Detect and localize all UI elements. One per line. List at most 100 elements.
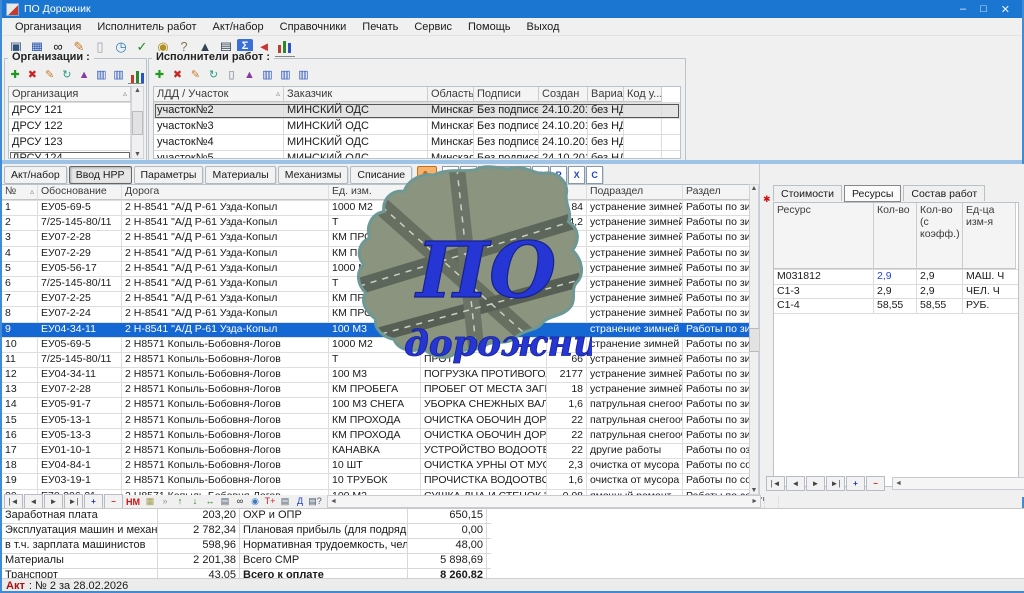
toolbar-icon[interactable]	[275, 37, 295, 57]
nav-toolbar-icon[interactable]: ▤	[278, 496, 292, 508]
works-grid-scrollbar[interactable]: ▲ ▼	[749, 184, 759, 495]
report-doc-icon[interactable]: Н	[460, 166, 477, 184]
nav-toolbar-icon[interactable]: ▤?	[308, 496, 322, 508]
executors-toolbar-icon[interactable]: ▥	[259, 67, 276, 83]
col-header-uchastok[interactable]: ЛДД / Участок ▵	[154, 87, 284, 102]
report-doc-icon[interactable]: Р	[550, 166, 567, 184]
organizations-scrollbar[interactable]: ▲ ▼	[131, 86, 144, 159]
tab-button[interactable]: Списание	[350, 166, 412, 184]
resource-tab[interactable]: Состав работ	[903, 185, 985, 201]
report-doc-icon[interactable]: К	[514, 166, 531, 184]
menu-item[interactable]: Выход	[520, 20, 567, 34]
executors-toolbar-icon[interactable]: ▲	[241, 67, 258, 83]
works-hscrollbar[interactable]: ◄ ►	[327, 495, 761, 508]
org-toolbar-icon[interactable]: ▥	[111, 68, 127, 84]
organization-row[interactable]: ДРСУ 124	[9, 151, 131, 159]
work-row[interactable]: 14 ЕУ05-91-7 2 Н8571 Копыль-Бобовня-Лого…	[2, 398, 759, 413]
col-header-sozdan[interactable]: Создан	[539, 87, 588, 102]
executors-toolbar-icon[interactable]: ▥	[277, 67, 294, 83]
nav-toolbar-icon[interactable]: ▦	[143, 496, 157, 508]
scroll-up-icon[interactable]: ▲	[751, 185, 758, 192]
resource-row[interactable]: С1-3 2,9 2,9 ЧЕЛ. Ч	[774, 285, 1018, 300]
col-header-edinitsa[interactable]: Ед-ца изм-я	[963, 203, 1016, 269]
scroll-left-icon[interactable]: ◄	[330, 498, 337, 505]
navigator-button[interactable]: +	[84, 494, 103, 509]
tab-button[interactable]: Параметры	[134, 166, 204, 184]
navigator-button[interactable]: ►|	[64, 494, 83, 509]
minimize-button[interactable]: –	[960, 3, 966, 16]
organization-row[interactable]: ДРСУ 122	[9, 119, 131, 135]
resource-row[interactable]: М031812 2,9 2,9 МАШ. Ч	[774, 270, 1018, 285]
org-toolbar-icon[interactable]: ↻	[59, 68, 75, 84]
close-button[interactable]: ✕	[1001, 3, 1010, 16]
col-header-kolvo[interactable]: Кол-во	[874, 203, 917, 269]
report-doc-icon[interactable]: П	[478, 166, 495, 184]
report-doc-icon[interactable]: Ф	[496, 166, 513, 184]
work-row[interactable]: 10 ЕУ05-69-5 2 Н8571 Копыль-Бобовня-Лого…	[2, 338, 759, 353]
executors-toolbar-icon[interactable]: ↻	[205, 67, 222, 83]
edit-act-icon[interactable]: ✎	[417, 166, 437, 184]
scroll-up-icon[interactable]: ▲	[134, 87, 141, 94]
executors-toolbar-icon[interactable]: ✎	[187, 67, 204, 83]
executor-row[interactable]: участок№5 МИНСКИЙ ОДС Минская Без подпис…	[154, 151, 680, 159]
col-header-variant[interactable]: Вариан...	[588, 87, 624, 102]
work-row[interactable]: 6 7/25-145-80/11 2 Н-8541 "А/Д Р-61 Узда…	[2, 277, 759, 292]
navigator-button[interactable]: ►	[806, 476, 825, 491]
report-doc-icon[interactable]: В	[442, 166, 459, 184]
col-header-kod[interactable]: Код у...	[624, 87, 662, 102]
resource-tab[interactable]: Стоимости	[773, 185, 842, 201]
menu-item[interactable]: Исполнитель работ	[90, 20, 203, 34]
work-row[interactable]: 11 7/25-145-80/11 2 Н8571 Копыль-Бобовня…	[2, 353, 759, 368]
org-toolbar-icon[interactable]: ✎	[42, 68, 58, 84]
executor-row[interactable]: участок№3 МИНСКИЙ ОДС Минская Без подпис…	[154, 119, 680, 135]
col-header-naimenovanie[interactable]: Наименование	[421, 185, 547, 200]
resource-tab[interactable]: Ресурсы	[844, 185, 901, 202]
work-row[interactable]: 16 ЕУ05-13-3 2 Н8571 Копыль-Бобовня-Лого…	[2, 429, 759, 444]
nav-toolbar-icon[interactable]: »	[158, 496, 172, 508]
executors-toolbar-icon[interactable]: ▥	[295, 67, 312, 83]
organization-row[interactable]: ДРСУ 121	[9, 103, 131, 119]
navigator-button[interactable]: ◄	[24, 494, 43, 509]
work-row[interactable]: 2 7/25-145-80/11 2 Н-8541 "А/Д Р-61 Узда…	[2, 216, 759, 231]
menu-item[interactable]: Печать	[355, 20, 405, 34]
col-header-num[interactable]: № ▵	[2, 185, 38, 200]
work-row[interactable]: 9 ЕУ04-34-11 2 Н-8541 "А/Д Р-61 Узда-Коп…	[2, 323, 759, 338]
col-header-edizm[interactable]: Ед. изм.	[329, 185, 421, 200]
nav-toolbar-icon[interactable]: Т+	[263, 496, 277, 508]
navigator-button[interactable]: ►	[44, 494, 63, 509]
scroll-thumb[interactable]	[132, 111, 143, 135]
navigator-button[interactable]: +	[846, 476, 865, 491]
nav-toolbar-icon[interactable]: ∞	[233, 496, 247, 508]
executors-toolbar-icon[interactable]: ✚	[151, 67, 168, 83]
tab-button[interactable]: Материалы	[205, 166, 275, 184]
scroll-right-icon[interactable]: ►	[751, 498, 758, 505]
scroll-left-icon[interactable]: ◄	[895, 480, 902, 487]
org-toolbar-icon[interactable]: ✖	[24, 68, 40, 84]
executors-toolbar-icon[interactable]: ✖	[169, 67, 186, 83]
scroll-down-icon[interactable]: ▼	[751, 487, 758, 494]
navigator-button[interactable]: ◄	[786, 476, 805, 491]
toolbar-icon[interactable]: ✓	[132, 37, 152, 56]
work-row[interactable]: 4 ЕУ07-2-29 2 Н-8541 "А/Д Р-61 Узда-Копы…	[2, 247, 759, 262]
col-header-obosnovanie[interactable]: Обоснование	[38, 185, 122, 200]
work-row[interactable]: 19 ЕУ03-19-1 2 Н8571 Копыль-Бобовня-Лого…	[2, 474, 759, 489]
organization-row[interactable]: ДРСУ 123	[9, 135, 131, 151]
organizations-column-header[interactable]: Организация ▵	[9, 87, 131, 102]
col-header-qty[interactable]	[547, 185, 587, 200]
work-row[interactable]: 15 ЕУ05-13-1 2 Н8571 Копыль-Бобовня-Лого…	[2, 414, 759, 429]
col-header-oblast[interactable]: Область	[428, 87, 474, 102]
resources-hscrollbar[interactable]: ◄ ►	[892, 477, 1024, 490]
work-row[interactable]: 8 ЕУ07-2-24 2 Н-8541 "А/Д Р-61 Узда-Копы…	[2, 307, 759, 322]
work-row[interactable]: 5 ЕУ05-56-17 2 Н-8541 "А/Д Р-61 Узда-Коп…	[2, 262, 759, 277]
report-doc-icon[interactable]: Х	[568, 166, 585, 184]
org-toolbar-icon[interactable]: ✚	[7, 68, 23, 84]
col-header-zakazchik[interactable]: Заказчик	[284, 87, 428, 102]
nav-toolbar-icon[interactable]: ◉	[248, 496, 262, 508]
menu-item[interactable]: Справочники	[273, 20, 354, 34]
scroll-down-icon[interactable]: ▼	[134, 151, 141, 158]
col-header-kolvo-koef[interactable]: Кол-во (с коэфф.)	[917, 203, 963, 269]
col-header-podpisi[interactable]: Подписи	[474, 87, 539, 102]
tab-button[interactable]: Механизмы	[278, 166, 349, 184]
work-row[interactable]: 17 ЕУ01-10-1 2 Н8571 Копыль-Бобовня-Лого…	[2, 444, 759, 459]
tab-button[interactable]: Ввод НРР	[69, 166, 132, 184]
